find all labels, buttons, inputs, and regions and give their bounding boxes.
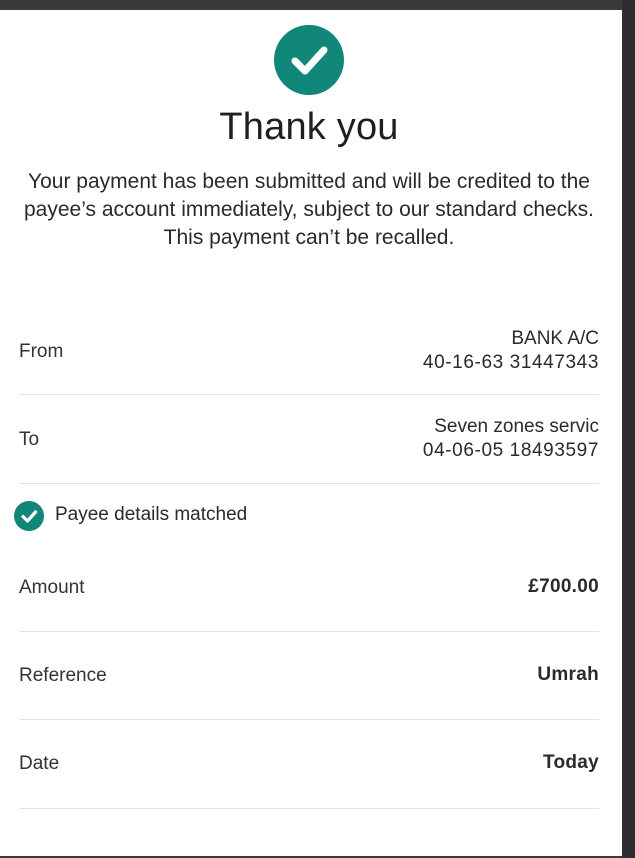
check-circle-icon xyxy=(274,25,344,95)
to-payee-name: Seven zones servic xyxy=(434,416,599,437)
amount-row: Amount £700.00 xyxy=(19,542,599,632)
reference-row: Reference Umrah xyxy=(19,632,599,720)
payment-confirmation-panel: Thank you Your payment has been submitte… xyxy=(0,10,622,856)
payee-match-text: Payee details matched xyxy=(55,504,248,525)
page-title: Thank you xyxy=(219,106,399,148)
reference-label: Reference xyxy=(19,665,107,686)
from-account-number: 40-16-63 31447343 xyxy=(422,352,599,373)
to-row: To Seven zones servic 04-06-05 18493597 xyxy=(19,395,599,484)
from-account-name: BANK A/C xyxy=(511,328,599,349)
date-label: Date xyxy=(19,753,60,774)
confirmation-message: Your payment has been submitted and will… xyxy=(23,170,595,249)
from-row: From BANK A/C 40-16-63 31447343 xyxy=(19,317,599,395)
reference-text: Umrah xyxy=(537,664,599,685)
to-label: To xyxy=(19,429,40,450)
from-value: BANK A/C 40-16-63 31447343 xyxy=(423,327,599,375)
to-account-number: 04-06-05 18493597 xyxy=(422,440,599,461)
payee-match-status: Payee details matched xyxy=(14,501,414,531)
date-value: Today xyxy=(543,751,599,775)
to-value: Seven zones servic 04-06-05 18493597 xyxy=(423,415,599,463)
date-row: Date Today xyxy=(19,720,599,809)
date-text: Today xyxy=(542,752,599,773)
amount-value: £700.00 xyxy=(528,575,599,599)
window-right-edge xyxy=(622,0,635,858)
window-top-edge xyxy=(0,0,635,10)
from-label: From xyxy=(19,341,64,362)
reference-value: Umrah xyxy=(537,663,599,687)
amount-label: Amount xyxy=(19,577,85,598)
amount-text: £700.00 xyxy=(528,576,599,597)
check-circle-icon xyxy=(14,501,44,531)
